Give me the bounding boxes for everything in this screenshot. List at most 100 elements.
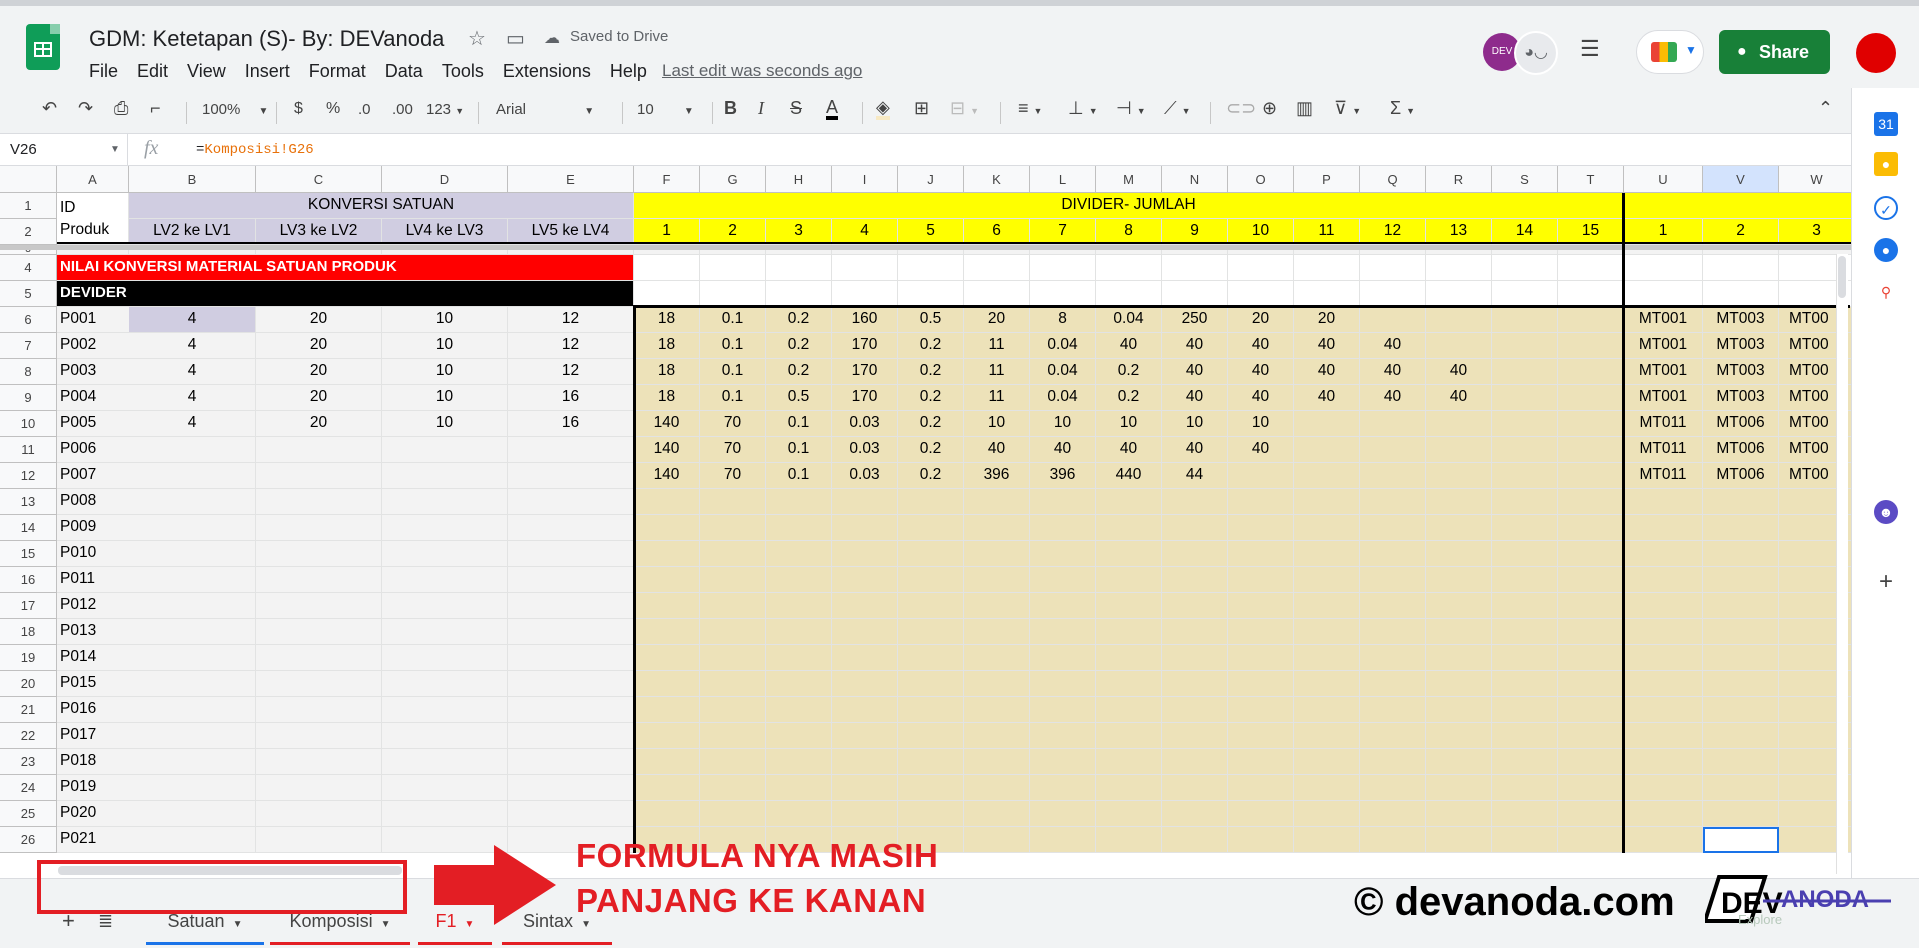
grid-cell[interactable] xyxy=(1294,593,1360,619)
divider-value-cell[interactable]: 170 xyxy=(832,385,898,411)
grid-cell[interactable] xyxy=(1492,515,1558,541)
konversi-value-cell[interactable]: 16 xyxy=(508,385,634,411)
grid-cell[interactable] xyxy=(1703,801,1779,827)
divider-value-cell[interactable]: 160 xyxy=(832,307,898,333)
grid-cell[interactable] xyxy=(1492,333,1558,359)
grid-cell[interactable] xyxy=(1426,307,1492,333)
grid-cell[interactable] xyxy=(1294,489,1360,515)
grid-cell[interactable] xyxy=(766,281,832,307)
divider-value-cell[interactable]: 0.1 xyxy=(766,411,832,437)
konversi-value-cell[interactable]: 20 xyxy=(256,359,382,385)
product-id-cell[interactable]: P021 xyxy=(57,827,129,853)
divider-value-cell[interactable]: 40 xyxy=(1162,385,1228,411)
grid-cell[interactable] xyxy=(129,463,256,489)
grid-cell[interactable] xyxy=(1228,281,1294,307)
material-value-cell[interactable]: MT003 xyxy=(1703,359,1779,385)
grid-cell[interactable] xyxy=(964,827,1030,853)
grid-cell[interactable] xyxy=(129,749,256,775)
meet-button[interactable]: ▼ xyxy=(1636,30,1704,74)
divider-value-cell[interactable]: 40 xyxy=(1294,333,1360,359)
divider-value-cell[interactable]: 20 xyxy=(1228,307,1294,333)
grid-cell[interactable] xyxy=(964,723,1030,749)
grid-cell[interactable] xyxy=(1228,255,1294,281)
grid-cell[interactable] xyxy=(964,515,1030,541)
divider-value-cell[interactable]: 0.2 xyxy=(766,307,832,333)
grid-cell[interactable] xyxy=(1162,541,1228,567)
column-header[interactable]: N xyxy=(1162,166,1228,193)
grid-cell[interactable] xyxy=(1624,801,1703,827)
grid-cell[interactable] xyxy=(1162,671,1228,697)
row-header[interactable]: 12 xyxy=(0,463,57,489)
konversi-value-cell[interactable]: 10 xyxy=(382,385,508,411)
grid-cell[interactable] xyxy=(1624,645,1703,671)
grid-cell[interactable] xyxy=(700,775,766,801)
column-header[interactable]: E xyxy=(508,166,634,193)
divider-value-cell[interactable]: 0.03 xyxy=(832,463,898,489)
divider-value-cell[interactable]: 140 xyxy=(634,437,700,463)
product-id-cell[interactable]: P010 xyxy=(57,541,129,567)
divider-value-cell[interactable]: 40 xyxy=(1360,333,1426,359)
divider-value-cell[interactable]: 0.2 xyxy=(766,333,832,359)
column-header[interactable]: Q xyxy=(1360,166,1426,193)
divider-value-cell[interactable]: 0.03 xyxy=(832,437,898,463)
grid-cell[interactable] xyxy=(1162,801,1228,827)
divider-value-cell[interactable]: 0.2 xyxy=(898,385,964,411)
grid-cell[interactable] xyxy=(1228,489,1294,515)
grid-cell[interactable] xyxy=(1096,775,1162,801)
grid-cell[interactable] xyxy=(1294,437,1360,463)
grid-cell[interactable] xyxy=(700,697,766,723)
maps-icon[interactable]: ⚲ xyxy=(1874,280,1898,304)
grid-cell[interactable] xyxy=(1426,541,1492,567)
grid-cell[interactable] xyxy=(964,697,1030,723)
grid-cell[interactable] xyxy=(508,801,634,827)
grid-cell[interactable] xyxy=(1492,723,1558,749)
grid-cell[interactable] xyxy=(1096,671,1162,697)
grid-cell[interactable] xyxy=(1360,749,1426,775)
column-header[interactable]: A xyxy=(57,166,129,193)
grid-cell[interactable] xyxy=(1360,593,1426,619)
grid-cell[interactable] xyxy=(766,645,832,671)
cloud-saved-icon[interactable]: ☁ xyxy=(544,28,560,48)
grid-cell[interactable] xyxy=(129,541,256,567)
grid-cell[interactable] xyxy=(1703,749,1779,775)
keep-icon[interactable]: ● xyxy=(1874,152,1898,176)
grid-cell[interactable] xyxy=(1228,567,1294,593)
grid-cell[interactable] xyxy=(700,541,766,567)
grid-cell[interactable] xyxy=(1558,541,1624,567)
grid-cell[interactable] xyxy=(382,775,508,801)
grid-cell[interactable] xyxy=(964,255,1030,281)
grid-cell[interactable] xyxy=(1162,775,1228,801)
grid-cell[interactable] xyxy=(129,593,256,619)
vertical-scrollbar-thumb[interactable] xyxy=(1838,256,1846,298)
grid-cell[interactable] xyxy=(1228,775,1294,801)
grid-cell[interactable] xyxy=(634,255,700,281)
column-header[interactable]: C xyxy=(256,166,382,193)
row-header[interactable]: 11 xyxy=(0,437,57,463)
grid-cell[interactable] xyxy=(832,697,898,723)
divider-value-cell[interactable]: 0.1 xyxy=(700,385,766,411)
row-header[interactable]: 6 xyxy=(0,307,57,333)
grid-cell[interactable] xyxy=(898,749,964,775)
divider-value-cell[interactable]: 18 xyxy=(634,385,700,411)
column-header[interactable]: T xyxy=(1558,166,1624,193)
sheets-logo-icon[interactable] xyxy=(26,24,60,70)
menu-tools[interactable]: Tools xyxy=(442,61,484,82)
divider-value-cell[interactable]: 20 xyxy=(964,307,1030,333)
filter-icon[interactable]: ⊽ ▼ xyxy=(1334,98,1361,119)
grid-cell[interactable] xyxy=(1162,619,1228,645)
row-header[interactable]: 21 xyxy=(0,697,57,723)
grid-cell[interactable] xyxy=(1558,333,1624,359)
grid-cell[interactable] xyxy=(256,749,382,775)
grid-cell[interactable] xyxy=(1228,463,1294,489)
konversi-value-cell[interactable]: 10 xyxy=(382,307,508,333)
grid-cell[interactable] xyxy=(634,489,700,515)
divider-value-cell[interactable]: 40 xyxy=(1030,437,1096,463)
row-header[interactable]: 20 xyxy=(0,671,57,697)
grid-cell[interactable] xyxy=(1492,671,1558,697)
divider-value-cell[interactable]: 396 xyxy=(1030,463,1096,489)
grid-cell[interactable] xyxy=(1096,567,1162,593)
grid-cell[interactable] xyxy=(1492,359,1558,385)
grid-cell[interactable] xyxy=(634,775,700,801)
row-header[interactable]: 17 xyxy=(0,593,57,619)
grid-cell[interactable] xyxy=(634,593,700,619)
